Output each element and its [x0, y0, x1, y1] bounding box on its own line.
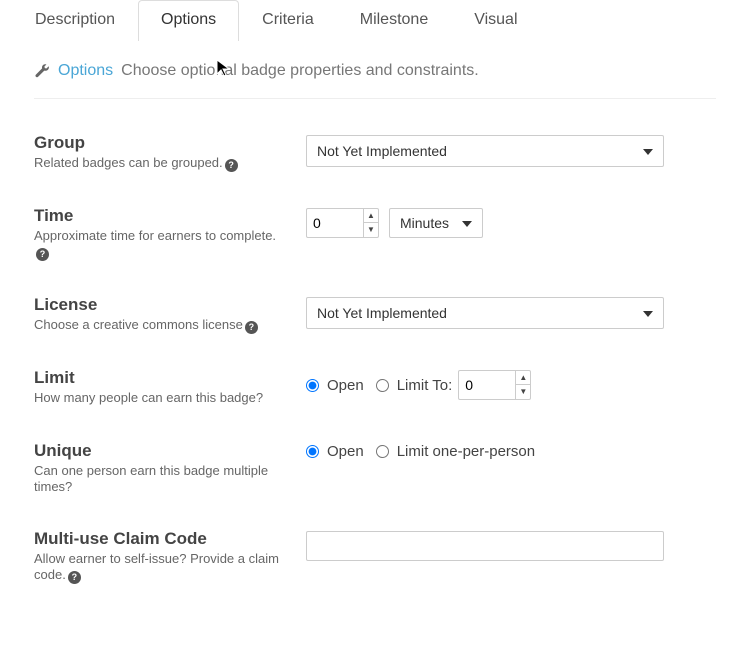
limit-desc: How many people can earn this badge? [34, 390, 286, 406]
tabs: Description Options Criteria Milestone V… [0, 0, 750, 40]
license-label: License [34, 295, 286, 315]
time-desc: Approximate time for earners to complete… [34, 228, 286, 261]
limit-to-label: Limit To: [397, 377, 453, 394]
panel-subtitle: Choose optional badge properties and con… [121, 62, 479, 80]
license-desc: Choose a creative commons license? [34, 317, 286, 334]
panel-header: Options Choose optional badge properties… [34, 62, 716, 99]
tab-options[interactable]: Options [138, 0, 239, 41]
unique-open-radio[interactable] [306, 445, 319, 458]
wrench-icon [34, 63, 50, 79]
limit-open-radio[interactable] [306, 379, 319, 392]
group-label: Group [34, 133, 286, 153]
time-value-input[interactable] [307, 209, 363, 237]
unique-desc: Can one person earn this badge multiple … [34, 463, 286, 496]
license-select[interactable]: Not Yet Implemented [306, 297, 664, 329]
unique-restrict-radio[interactable] [376, 445, 389, 458]
spinner-up-icon[interactable]: ▲ [516, 371, 530, 385]
time-label: Time [34, 206, 286, 226]
spinner-down-icon[interactable]: ▼ [516, 385, 530, 399]
group-desc: Related badges can be grouped.? [34, 155, 286, 172]
help-icon[interactable]: ? [68, 571, 81, 584]
tab-milestone[interactable]: Milestone [337, 0, 451, 41]
unique-label: Unique [34, 441, 286, 461]
limit-value-input[interactable] [459, 371, 515, 399]
panel-title-link[interactable]: Options [58, 62, 113, 80]
spinner-up-icon[interactable]: ▲ [364, 209, 378, 223]
help-icon[interactable]: ? [225, 159, 238, 172]
claim-code-input[interactable] [306, 531, 664, 561]
help-icon[interactable]: ? [245, 321, 258, 334]
group-select[interactable]: Not Yet Implemented [306, 135, 664, 167]
time-unit-select[interactable]: Minutes [389, 208, 483, 238]
tab-visual[interactable]: Visual [451, 0, 540, 41]
tab-description[interactable]: Description [12, 0, 138, 41]
limit-label: Limit [34, 368, 286, 388]
unique-open-label: Open [327, 443, 364, 460]
claim-label: Multi-use Claim Code [34, 529, 286, 549]
group-select-value: Not Yet Implemented [317, 143, 447, 159]
limit-to-radio[interactable] [376, 379, 389, 392]
limit-open-label: Open [327, 377, 364, 394]
help-icon[interactable]: ? [36, 248, 49, 261]
tab-criteria[interactable]: Criteria [239, 0, 337, 41]
time-spinner[interactable]: ▲ ▼ [306, 208, 379, 238]
unique-restrict-label: Limit one-per-person [397, 443, 535, 460]
claim-desc: Allow earner to self-issue? Provide a cl… [34, 551, 286, 584]
time-unit-value: Minutes [400, 215, 449, 231]
license-select-value: Not Yet Implemented [317, 305, 447, 321]
limit-spinner[interactable]: ▲ ▼ [458, 370, 531, 400]
spinner-down-icon[interactable]: ▼ [364, 223, 378, 237]
